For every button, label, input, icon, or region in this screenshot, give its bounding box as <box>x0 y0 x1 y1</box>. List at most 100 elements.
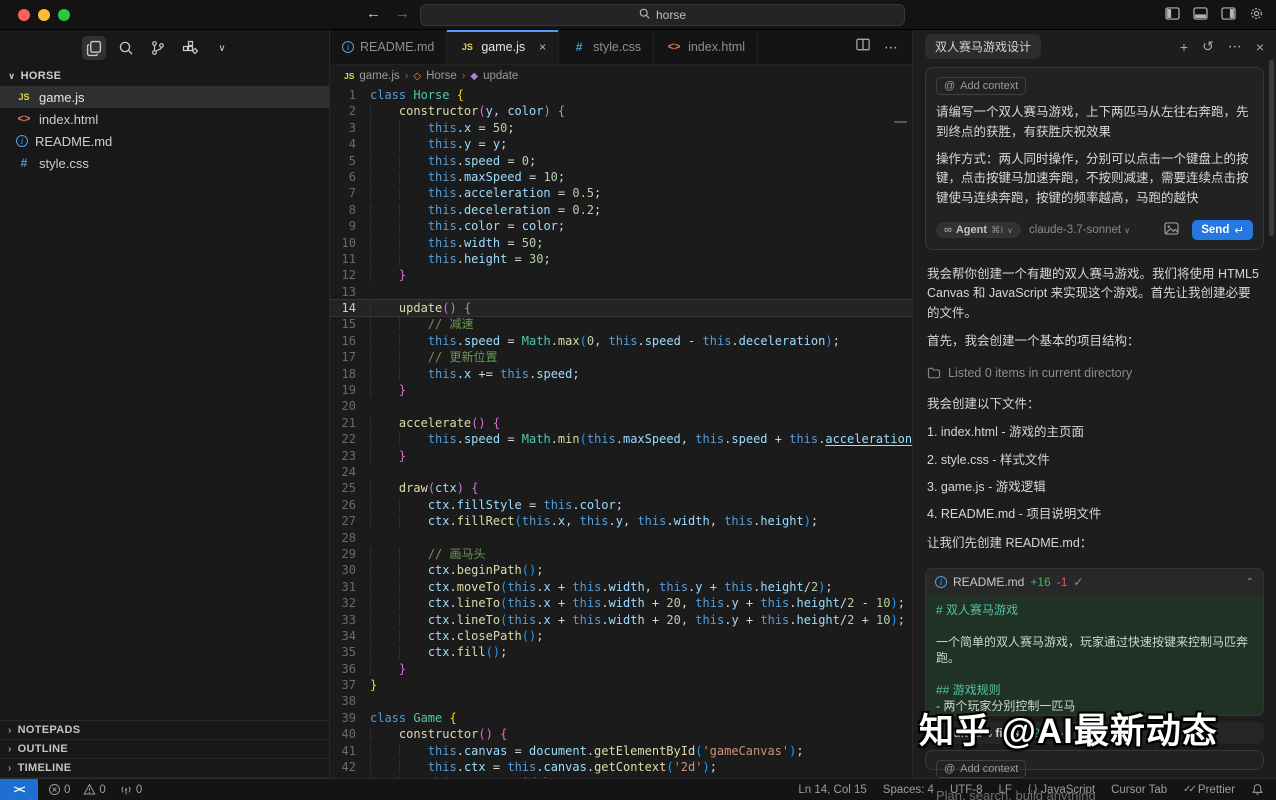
scrollbar-marker[interactable] <box>894 121 907 123</box>
sidebar-sections: ›NOTEPADS›OUTLINE›TIMELINE <box>0 720 329 778</box>
sidebar-section-notepads[interactable]: ›NOTEPADS <box>0 721 329 740</box>
file-item-style.css[interactable]: #style.css <box>0 152 329 174</box>
back-arrow-icon[interactable]: ← <box>366 5 381 22</box>
info-icon: i <box>935 576 947 588</box>
assistant-response: 我会帮你创建一个有趣的双人赛马游戏。我们将使用 HTML5 Canvas 和 J… <box>913 254 1276 564</box>
code-line: 2 constructor(y, color) { <box>330 103 912 119</box>
chat-scrollbar[interactable] <box>1269 60 1274 236</box>
tab-README.md[interactable]: iREADME.md <box>330 30 447 64</box>
tab-index.html[interactable]: <>index.html <box>654 30 758 64</box>
code-line: 27 ctx.fillRect(this.x, this.y, this.wid… <box>330 513 912 529</box>
chat-title-tab[interactable]: 双人赛马游戏设计 <box>925 34 1041 59</box>
breadcrumb-item[interactable]: update <box>483 70 518 82</box>
code-line: 23 } <box>330 448 912 464</box>
forward-arrow-icon[interactable]: → <box>395 5 410 22</box>
explorer-icon[interactable] <box>82 36 106 60</box>
tool-call-row[interactable]: Listed 0 items in current directory <box>927 364 1262 383</box>
code-line: 18 this.x += this.speed; <box>330 366 912 382</box>
breadcrumb[interactable]: JSgame.js›◇Horse›◆update <box>330 65 912 87</box>
code-line: 38 <box>330 693 912 709</box>
code-line: 21 accelerate() { <box>330 415 912 431</box>
status-error[interactable]: 0 <box>48 783 70 796</box>
code-lines: 1class Horse {2 constructor(y, color) {3… <box>330 87 912 778</box>
code-line: 41 this.canvas = document.getElementById… <box>330 743 912 759</box>
source-control-icon[interactable] <box>146 36 170 60</box>
readme-diff-card[interactable]: i README.md +16 -1 ✓ ⌃ # 双人赛马游戏 一个简单的双人赛… <box>925 568 1264 716</box>
code-line: 33 ctx.lineTo(this.x + this.width + 20, … <box>330 612 912 628</box>
status-warning[interactable]: 0 <box>83 783 105 796</box>
enter-icon: ↵ <box>1234 223 1244 237</box>
window-controls[interactable] <box>18 9 70 21</box>
panel-bottom-icon[interactable] <box>1193 7 1208 20</box>
tab-style.css[interactable]: #style.css <box>559 30 654 64</box>
code-line: 8 this.deceleration = 0.2; <box>330 202 912 218</box>
method-symbol-icon: ◆ <box>470 71 478 82</box>
minimize-window-button[interactable] <box>38 9 50 21</box>
remote-indicator[interactable]: >< <box>0 779 38 800</box>
chevron-down-icon[interactable]: ∨ <box>210 36 234 60</box>
code-line: 35 ctx.fill(); <box>330 644 912 660</box>
assistant-paragraph: 首先，我会创建一个基本的项目结构： <box>927 332 1262 351</box>
chevron-down-icon: ∨ <box>218 43 225 54</box>
file-item-README.md[interactable]: iREADME.md <box>0 130 329 152</box>
new-chat-plus-icon[interactable]: + <box>1180 39 1188 55</box>
sidebar-section-timeline[interactable]: ›TIMELINE <box>0 759 329 778</box>
explorer-root-folder[interactable]: ∨ HORSE <box>0 66 329 86</box>
chat-header: 双人赛马游戏设计 + ↺ ⋯ × <box>913 30 1276 63</box>
settings-gear-icon[interactable] <box>1249 6 1264 21</box>
more-actions-icon[interactable]: ⋯ <box>884 39 898 56</box>
file-item-game.js[interactable]: JSgame.js <box>0 86 329 108</box>
ports-icon <box>119 783 133 796</box>
infinity-icon: ∞ <box>944 224 952 236</box>
panel-right-icon[interactable] <box>1221 7 1236 20</box>
sidebar-section-outline[interactable]: ›OUTLINE <box>0 740 329 759</box>
diff-card-header[interactable]: i README.md +16 -1 ✓ ⌃ <box>926 569 1263 595</box>
file-item-index.html[interactable]: <>index.html <box>0 108 329 130</box>
error-icon <box>48 783 61 796</box>
close-window-button[interactable] <box>18 9 30 21</box>
breadcrumb-item[interactable]: Horse <box>426 70 457 82</box>
model-selector[interactable]: claude-3.7-sonnet ∨ <box>1029 224 1130 236</box>
javascript-file-icon: JS <box>344 71 354 81</box>
status-item-ln-14-col-15[interactable]: Ln 14, Col 15 <box>798 784 866 796</box>
code-line: 15 // 减速 <box>330 316 912 332</box>
attach-image-icon[interactable] <box>1164 222 1179 238</box>
diff-line: ## 游戏规则 <box>936 682 1253 698</box>
panel-left-icon[interactable] <box>1165 7 1180 20</box>
added-lines-count: +16 <box>1030 575 1050 589</box>
chevron-down-icon: ∨ <box>1124 226 1130 235</box>
more-options-icon[interactable]: ⋯ <box>1228 38 1242 55</box>
code-editor[interactable]: 1class Horse {2 constructor(y, color) {3… <box>330 87 912 778</box>
split-editor-icon[interactable] <box>856 38 870 56</box>
status-ports[interactable]: 0 <box>119 783 142 796</box>
status-item-spaces-4[interactable]: Spaces: 4 <box>883 784 934 796</box>
breadcrumb-item[interactable]: game.js <box>359 70 399 82</box>
close-panel-icon[interactable]: × <box>1256 39 1264 55</box>
app-window: ← → horse ∨ ∨ HORSE JSgame.js<>index.htm… <box>0 0 1276 800</box>
code-line: 29 // 画马头 <box>330 546 912 562</box>
close-tab-icon[interactable]: × <box>539 40 546 54</box>
titlebar-layout-controls <box>1165 6 1264 21</box>
add-context-chip[interactable]: @ Add context <box>936 760 1026 778</box>
extensions-icon[interactable] <box>178 36 202 60</box>
maximize-window-button[interactable] <box>58 9 70 21</box>
code-line: 42 this.ctx = this.canvas.getContext('2d… <box>330 759 912 775</box>
command-search-input[interactable]: horse <box>420 4 905 26</box>
title-bar: ← → horse <box>0 0 1276 30</box>
code-line: 3 this.x = 50; <box>330 120 912 136</box>
code-line: 24 <box>330 464 912 480</box>
collapse-chevron-icon[interactable]: ⌃ <box>1246 577 1254 588</box>
search-icon[interactable] <box>114 36 138 60</box>
agent-mode-dropdown[interactable]: ∞ Agent ⌘I ∨ <box>936 222 1021 238</box>
html-file-icon: <> <box>16 111 32 127</box>
chat-input-placeholder[interactable]: Plan, search, build anything <box>936 788 1253 800</box>
assistant-list-item: 4. README.md - 项目说明文件 <box>927 505 1262 524</box>
send-button[interactable]: Send ↵ <box>1192 220 1253 240</box>
assistant-list-item: 3. game.js - 游戏逻辑 <box>927 478 1262 497</box>
tab-game.js[interactable]: JSgame.js× <box>447 30 559 64</box>
code-line: 12 } <box>330 267 912 283</box>
history-icon[interactable]: ↺ <box>1202 38 1214 55</box>
add-context-chip[interactable]: @ Add context <box>936 77 1026 95</box>
search-icon <box>639 8 650 22</box>
root-folder-label: HORSE <box>21 70 62 82</box>
